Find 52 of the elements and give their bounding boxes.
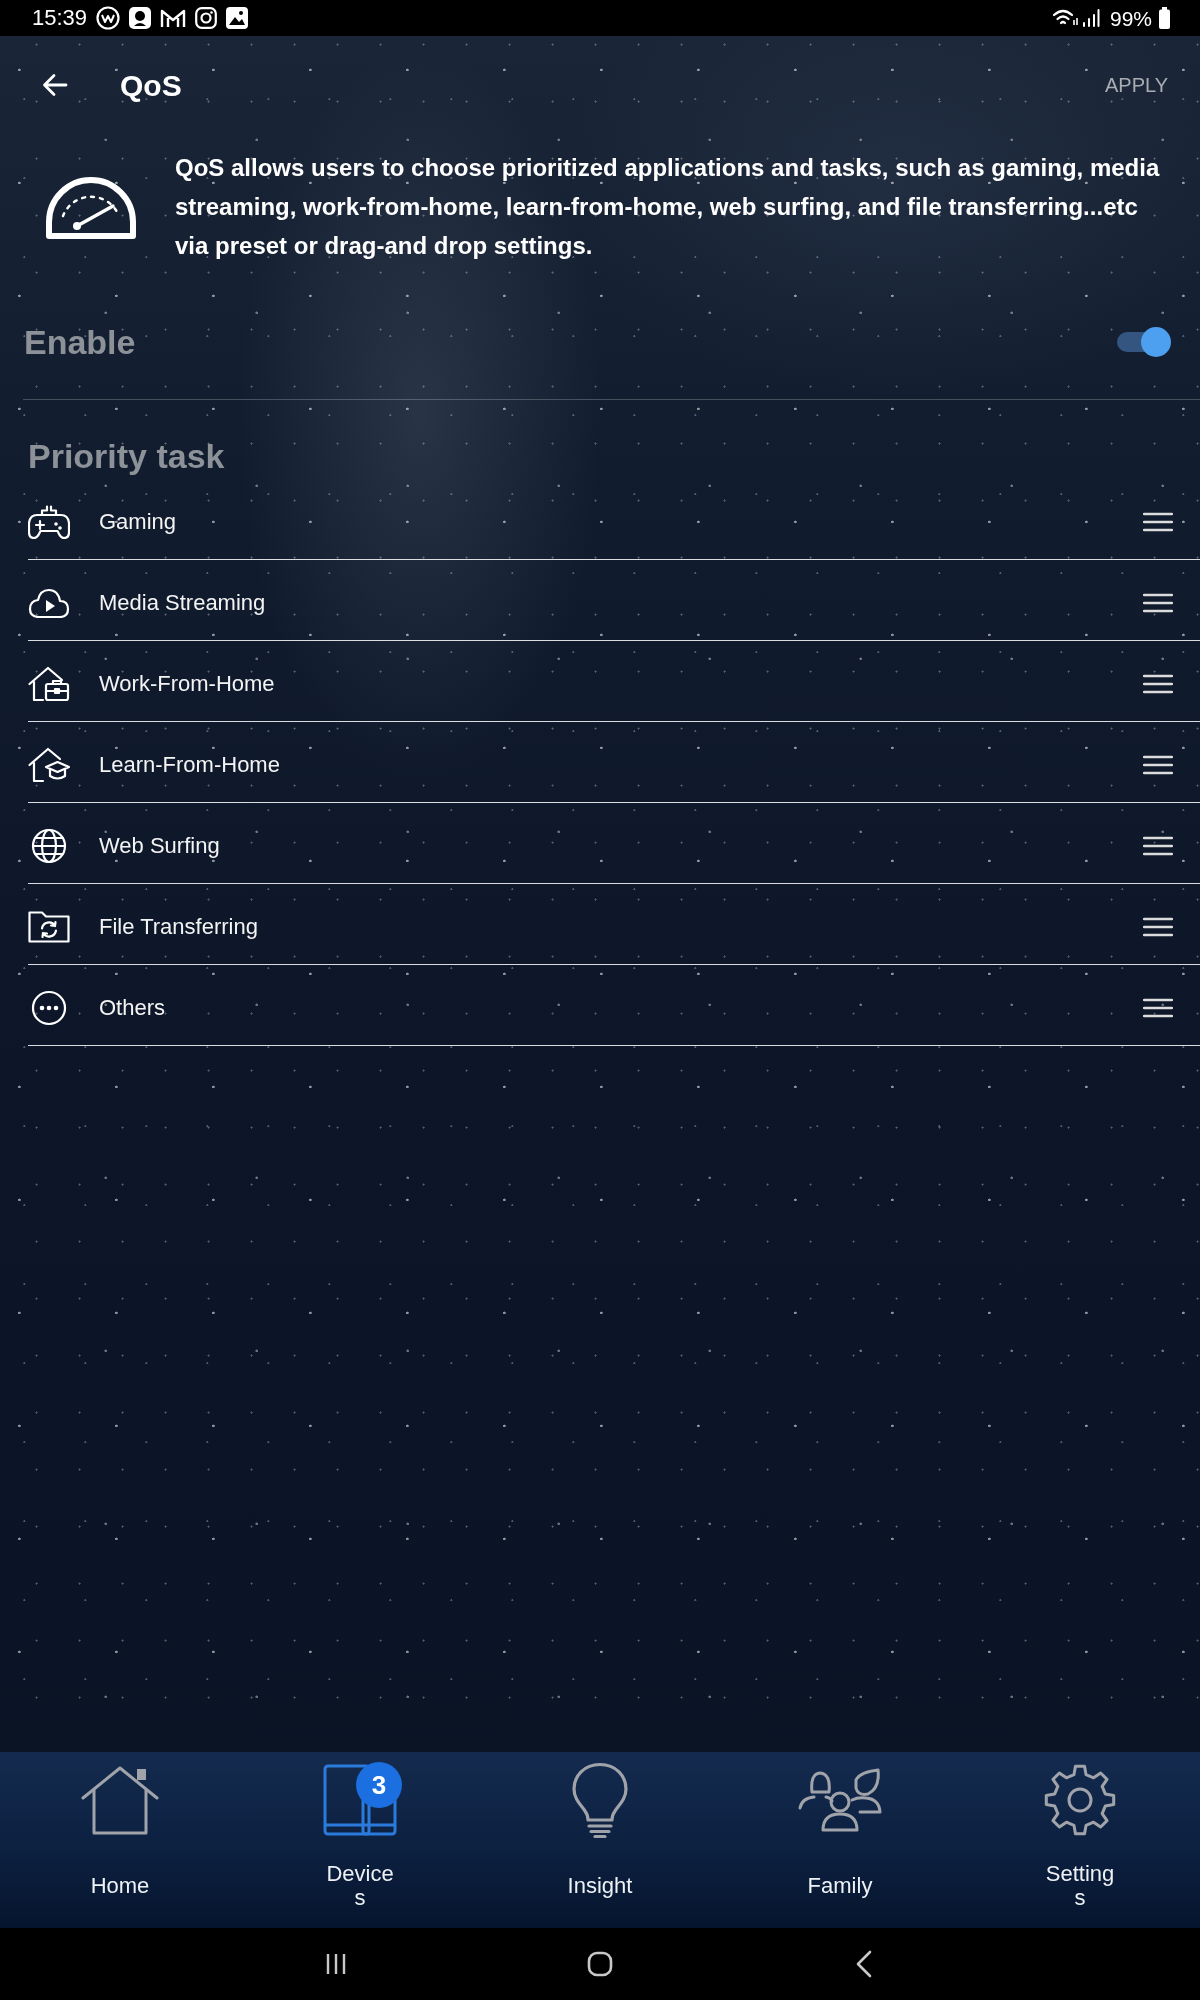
wifi-icon (1051, 8, 1078, 28)
signal-icon (1081, 8, 1100, 28)
battery-icon (1159, 7, 1170, 29)
home-icon[interactable] (587, 1951, 613, 1977)
drag-handle-icon[interactable] (1143, 917, 1173, 937)
drag-handle-icon[interactable] (1143, 593, 1173, 613)
arrow-left-icon (42, 73, 68, 97)
lightbulb-icon (571, 1762, 629, 1838)
rounded-square-icon (129, 7, 152, 29)
house-briefcase-icon (28, 666, 70, 702)
nav-tab[interactable]: 3 Devices (240, 1752, 480, 1928)
dots-circle-icon (31, 990, 67, 1026)
gear-icon (1044, 1764, 1116, 1836)
drag-handle-icon[interactable] (1143, 836, 1173, 856)
drag-handle-icon[interactable] (1143, 674, 1173, 694)
house-graduation-cap-icon (28, 747, 70, 783)
enable-switch[interactable] (1117, 325, 1171, 358)
house-icon (80, 1764, 160, 1836)
drag-handle-icon[interactable] (1143, 755, 1173, 775)
image-icon (226, 7, 249, 29)
drag-handle-icon[interactable] (1143, 998, 1173, 1018)
back-button[interactable] (42, 73, 68, 97)
folder-arrows-icon (28, 911, 70, 943)
gamepad-icon (28, 505, 70, 539)
camera-icon (195, 7, 218, 29)
count-badge: 3 (356, 1762, 402, 1808)
description-text: QoS allows users to choose prioritized applications and tasks, such as gaming, media streaming, work-from-home, learn-from-home, web surfing, and file transferring...etc via preset or drag-and drop settings. (175, 153, 1161, 261)
battery-percent: 99% (1109, 7, 1152, 29)
nav-tab[interactable]: Home (0, 1752, 240, 1928)
task-label: Gaming (99, 508, 177, 536)
nav-tab[interactable]: Insight (480, 1752, 720, 1928)
people-icon (798, 1768, 882, 1832)
nav-tab[interactable]: Settings (960, 1752, 1200, 1928)
circle-logo-icon (96, 6, 121, 30)
cloud-play-icon (28, 588, 70, 618)
task-label: Others (99, 994, 166, 1022)
section-title: Priority task (27, 436, 226, 477)
enable-label: Enable (24, 321, 136, 362)
back-icon[interactable] (856, 1950, 872, 1978)
page-title: QoS (120, 68, 182, 102)
task-label: Web Surfing (99, 832, 220, 860)
task-label: Learn-From-Home (99, 751, 280, 779)
recents-icon[interactable] (325, 1952, 347, 1976)
drag-handle-icon[interactable] (1143, 512, 1173, 532)
task-label: Media Streaming (99, 589, 266, 617)
globe-icon (31, 828, 67, 864)
mail-icon (160, 8, 187, 28)
apply-button[interactable]: APPLY (1105, 73, 1168, 97)
nav-tab[interactable]: Family (720, 1752, 960, 1928)
status-time: 15:39 (32, 7, 88, 29)
task-label: Work-From-Home (99, 670, 275, 698)
task-label: File Transferring (99, 913, 258, 941)
